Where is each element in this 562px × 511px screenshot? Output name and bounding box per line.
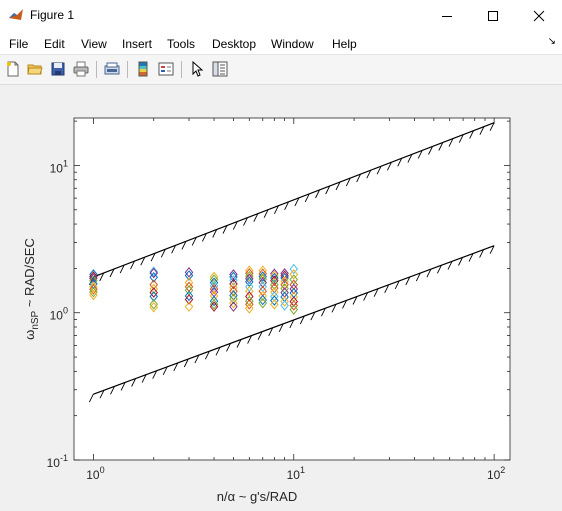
x-tick-label: 100 [86, 465, 104, 482]
toolbar-separator [127, 61, 128, 78]
menu-file[interactable]: File [9, 37, 28, 51]
legend-icon [158, 62, 174, 76]
menu-view[interactable]: View [81, 37, 107, 51]
x-tick-label: 101 [287, 465, 305, 482]
save-button[interactable] [48, 59, 68, 79]
y-axis-label-subscript: nSP [30, 310, 41, 329]
maximize-icon [488, 11, 498, 21]
menu-desktop[interactable]: Desktop [212, 37, 256, 51]
save-icon [51, 62, 65, 76]
open-file-button[interactable] [25, 59, 45, 79]
y-tick-label: 10-1 [47, 453, 68, 470]
colorbar-button[interactable] [133, 59, 153, 79]
print-preview-icon [104, 62, 120, 75]
window-title: Figure 1 [30, 8, 75, 22]
pointer-button[interactable] [187, 59, 207, 79]
property-inspector-icon [212, 61, 228, 77]
x-tick-label: 102 [487, 465, 505, 482]
minimize-icon [442, 16, 452, 17]
figure-canvas[interactable]: 100 101 102 10-1 100 101 n/α ~ g's/RAD ωnSP ~… [2, 85, 558, 506]
y-axis-label-units: ~ RAD/SEC [22, 238, 37, 311]
figure-toolbar [0, 55, 562, 85]
colorbar-icon [138, 61, 148, 77]
new-figure-icon [7, 61, 19, 77]
legend-button[interactable] [156, 59, 176, 79]
y-axis-label-omega: ω [22, 330, 37, 340]
y-tick-label: 101 [50, 158, 68, 175]
menu-window[interactable]: Window [271, 37, 314, 51]
menu-insert[interactable]: Insert [122, 37, 152, 51]
toolbar-separator [96, 61, 97, 78]
print-icon [73, 61, 89, 77]
print-preview-button[interactable] [102, 59, 122, 79]
print-button[interactable] [71, 59, 91, 79]
toolbar-separator [181, 61, 182, 78]
menu-tools[interactable]: Tools [167, 37, 195, 51]
pointer-icon [192, 61, 204, 77]
property-inspector-button[interactable] [210, 59, 230, 79]
axes-background[interactable] [74, 118, 510, 460]
title-bar: Figure 1 [0, 0, 562, 32]
close-icon [533, 10, 545, 22]
dock-arrow-icon[interactable]: ↘ [548, 36, 556, 47]
y-axis-label: ωnSP ~ RAD/SEC [22, 238, 41, 340]
y-tick-label: 100 [50, 306, 68, 323]
menu-bar: File Edit View Insert Tools Desktop Wind… [0, 32, 562, 55]
maximize-button[interactable] [470, 0, 516, 32]
menu-edit[interactable]: Edit [44, 37, 65, 51]
close-button[interactable] [516, 0, 562, 32]
plot-svg: 100 101 102 10-1 100 101 n/α ~ g's/RAD ωnSP ~… [22, 117, 511, 504]
open-file-icon [27, 64, 43, 75]
x-axis-label: n/α ~ g's/RAD [217, 489, 297, 504]
minimize-button[interactable] [424, 0, 470, 32]
new-figure-button[interactable] [3, 59, 23, 79]
menu-help[interactable]: Help [332, 37, 357, 51]
matlab-app-icon[interactable] [8, 7, 24, 23]
